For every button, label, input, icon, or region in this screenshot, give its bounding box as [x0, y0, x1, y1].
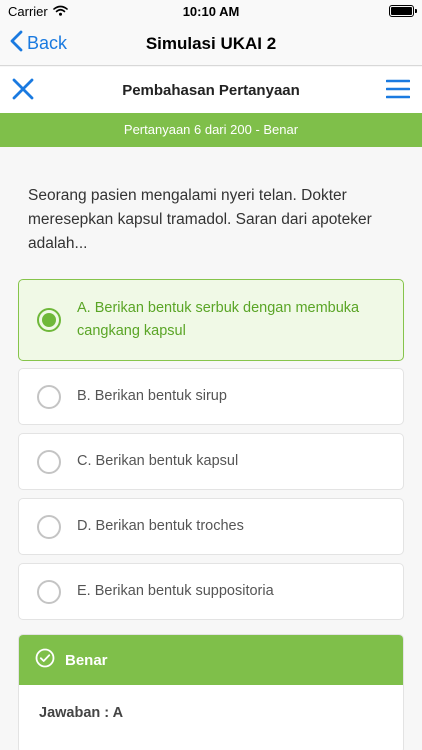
answer-option-c[interactable]: C. Berikan bentuk kapsul — [18, 433, 404, 490]
question-text: Seorang pasien mengalami nyeri telan. Do… — [28, 187, 372, 252]
navigation-bar: Back Simulasi UKAI 2 — [0, 22, 422, 66]
menu-button[interactable] — [385, 79, 411, 104]
correct-answer-text: Jawaban : A — [39, 705, 124, 721]
radio-unselected-icon — [37, 449, 61, 474]
answer-option-b[interactable]: B. Berikan bentuk sirup — [18, 368, 404, 425]
option-label: B. Berikan bentuk sirup — [77, 388, 227, 404]
hamburger-menu-icon — [385, 79, 411, 103]
answer-option-d[interactable]: D. Berikan bentuk troches — [18, 498, 404, 555]
review-header: Pembahasan Pertanyaan — [0, 67, 422, 113]
review-title: Pembahasan Pertanyaan — [122, 82, 300, 99]
option-label: A. Berikan bentuk serbuk dengan membuka … — [77, 300, 360, 339]
clock: 10:10 AM — [182, 4, 240, 19]
check-circle-icon — [35, 648, 55, 672]
status-bar: Carrier 10:10 AM — [0, 0, 422, 22]
radio-unselected-icon — [37, 384, 61, 409]
option-label: D. Berikan bentuk troches — [77, 518, 244, 534]
option-label: C. Berikan bentuk kapsul — [77, 453, 239, 469]
battery-icon — [389, 5, 417, 17]
answer-option-a[interactable]: A. Berikan bentuk serbuk dengan membuka … — [18, 279, 404, 361]
radio-unselected-icon — [37, 579, 61, 604]
question-progress-banner: Pertanyaan 6 dari 200 - Benar — [0, 113, 422, 147]
result-header: Benar — [19, 635, 403, 685]
radio-unselected-icon — [37, 514, 61, 539]
radio-selected-icon — [37, 308, 61, 332]
result-status-label: Benar — [65, 651, 108, 669]
answer-option-e[interactable]: E. Berikan bentuk suppositoria — [18, 563, 404, 620]
nav-title: Simulasi UKAI 2 — [145, 34, 277, 53]
result-card: Benar Jawaban : A — [18, 634, 404, 750]
option-label: E. Berikan bentuk suppositoria — [77, 583, 274, 599]
